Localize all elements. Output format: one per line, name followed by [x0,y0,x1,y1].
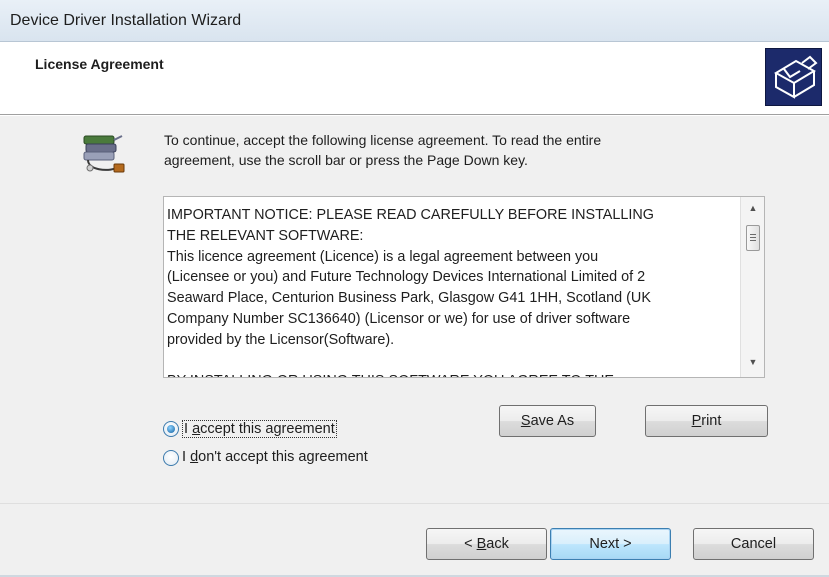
wizard-setup-icon [765,48,822,106]
accept-radio-option[interactable]: I accept this agreement [163,419,383,439]
cancel-button[interactable]: Cancel [693,528,814,560]
accept-hotkey: a [192,421,201,437]
intro-text: To continue, accept the following licens… [164,130,764,170]
back-label: ack [486,536,509,552]
decline-rest: on't accept this agreement [198,449,368,465]
back-prefix: < [464,536,477,552]
decline-radio-button[interactable] [163,450,179,466]
page-title: License Agreement [35,56,164,72]
scroll-thumb[interactable] [746,225,760,251]
grip-line [750,240,756,241]
vertical-scrollbar[interactable]: ▲ ▼ [740,197,764,377]
decline-label: I don't accept this agreement [182,449,368,465]
next-label: Next > [589,536,632,552]
scroll-down-arrow-icon[interactable]: ▼ [741,357,764,373]
scroll-up-arrow-icon[interactable]: ▲ [741,203,764,219]
save-as-button[interactable]: Save As [499,405,596,437]
cancel-label: Cancel [730,536,777,552]
save-as-hotkey: S [520,413,531,429]
grip-line [750,237,756,238]
accept-label: I accept this agreement [182,420,337,438]
wizard-body: To continue, accept the following licens… [0,116,829,503]
next-button[interactable]: Next > [550,528,671,560]
intro-line: To continue, accept the following licens… [164,132,602,148]
decline-hotkey: d [190,449,199,465]
license-text: IMPORTANT NOTICE: PLEASE READ CAREFULLY … [167,207,654,377]
title-bar: Device Driver Installation Wizard [0,0,829,42]
accept-prefix: I [184,421,193,437]
save-as-label: ave As [530,413,575,429]
intro-line: agreement, use the scroll bar or press t… [164,152,528,168]
back-button[interactable]: < Back [426,528,547,560]
print-button[interactable]: Print [645,405,768,437]
accept-radio-button[interactable] [163,421,179,437]
wizard-header: License Agreement [0,42,829,115]
grip-line [750,234,756,235]
print-label: rint [701,413,722,429]
decline-prefix: I [182,449,191,465]
accept-rest: ccept this agreement [200,421,335,437]
window-title: Device Driver Installation Wizard [10,12,242,29]
print-hotkey: P [691,413,702,429]
device-driver-icon [78,130,128,180]
wizard-footer: < Back Next > Cancel [0,503,829,577]
back-hotkey: B [476,536,487,552]
decline-radio-option[interactable]: I don't accept this agreement [163,448,423,468]
license-textbox[interactable]: IMPORTANT NOTICE: PLEASE READ CAREFULLY … [163,196,765,378]
